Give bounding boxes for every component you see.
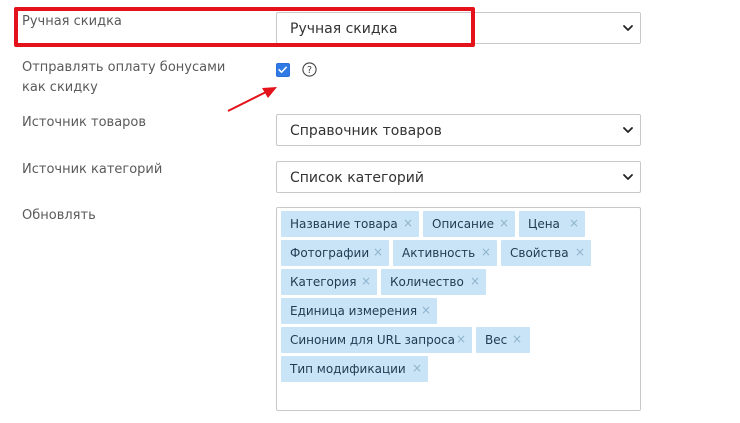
tag-label: Единица измерения xyxy=(290,304,418,318)
remove-tag-icon[interactable]: × xyxy=(373,240,383,265)
remove-tag-icon[interactable]: × xyxy=(499,211,509,236)
tag-label: Цена xyxy=(528,217,560,231)
remove-tag-icon[interactable]: × xyxy=(361,269,371,294)
tag-item: Фотографии × xyxy=(281,240,389,266)
categories-source-value: Список категорий xyxy=(290,170,425,186)
chevron-down-icon xyxy=(623,25,633,31)
tag-label: Свойства xyxy=(510,246,569,260)
tag-item: Описание × xyxy=(423,211,515,237)
tag-label: Название товара xyxy=(290,217,398,231)
products-source-value: Справочник товаров xyxy=(290,123,442,139)
chevron-down-icon xyxy=(623,174,633,180)
remove-tag-icon[interactable]: × xyxy=(421,298,431,323)
manual-discount-value: Ручная скидка xyxy=(290,21,398,37)
tag-label: Категория xyxy=(290,275,357,289)
bonus-as-discount-checkbox[interactable] xyxy=(276,63,290,77)
checkmark-icon xyxy=(278,66,288,73)
tag-item: Синоним для URL запроса × xyxy=(281,327,472,353)
tag-item: Категория × xyxy=(281,269,377,295)
bonus-as-discount-label: Отправлять оплату бонусами как скидку xyxy=(22,60,226,95)
tag-label: Синоним для URL запроса xyxy=(290,333,455,347)
red-arrow-icon xyxy=(227,87,277,112)
products-source-select[interactable]: Справочник товаров xyxy=(276,114,641,146)
remove-tag-icon[interactable]: × xyxy=(481,240,491,265)
tag-label: Тип модификации xyxy=(290,362,406,376)
manual-discount-label: Ручная скидка xyxy=(22,14,122,29)
tag-item: Количество × xyxy=(381,269,486,295)
tag-item: Название товара × xyxy=(281,211,419,237)
tag-item: Цена × xyxy=(519,211,585,237)
products-source-label: Источник товаров xyxy=(22,115,147,130)
tag-label: Описание xyxy=(432,217,495,231)
svg-text:?: ? xyxy=(307,65,312,76)
tag-item: Единица измерения × xyxy=(281,298,437,324)
remove-tag-icon[interactable]: × xyxy=(412,356,422,381)
remove-tag-icon[interactable]: × xyxy=(512,327,522,352)
categories-source-select[interactable]: Список категорий xyxy=(276,161,641,193)
remove-tag-icon[interactable]: × xyxy=(403,211,413,236)
tag-label: Активность xyxy=(402,246,476,260)
chevron-down-icon xyxy=(623,127,633,133)
settings-form: Ручная скидка Ручная скидка Отправлять о… xyxy=(0,0,740,423)
categories-source-label: Источник категорий xyxy=(22,162,163,177)
remove-tag-icon[interactable]: × xyxy=(569,211,579,236)
remove-tag-icon[interactable]: × xyxy=(470,269,480,294)
tag-item: Активность × xyxy=(393,240,497,266)
tag-item: Свойства × xyxy=(501,240,591,266)
tag-item: Тип модификации × xyxy=(281,356,428,382)
tag-label: Фотографии xyxy=(290,246,370,260)
tag-label: Вес xyxy=(485,333,508,347)
remove-tag-icon[interactable]: × xyxy=(575,240,585,265)
update-label: Обновлять xyxy=(22,208,96,223)
manual-discount-select[interactable]: Ручная скидка xyxy=(276,12,641,44)
tag-label: Количество xyxy=(390,275,464,289)
help-icon[interactable]: ? xyxy=(302,62,317,77)
remove-tag-icon[interactable]: × xyxy=(456,327,466,352)
tag-item: Вес × xyxy=(476,327,530,353)
update-tags-select[interactable]: Название товара × Описание × Цена × Фото… xyxy=(276,207,641,411)
